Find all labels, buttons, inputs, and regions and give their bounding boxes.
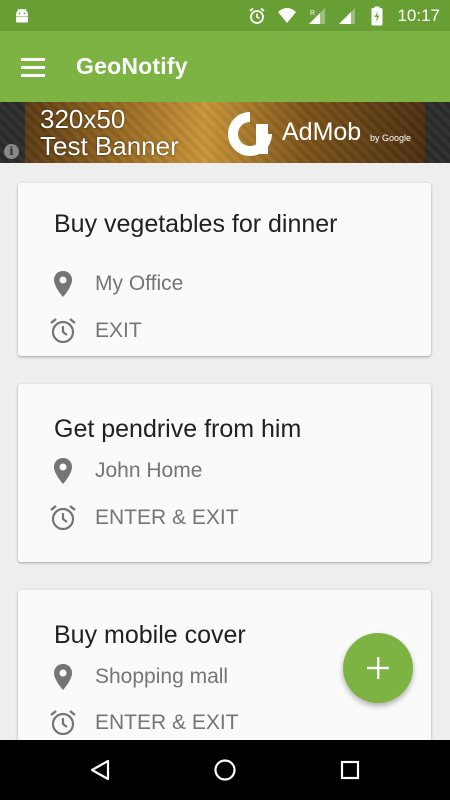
home-icon[interactable] (210, 755, 240, 785)
navigation-bar (0, 740, 450, 800)
alarm-icon (48, 708, 78, 738)
plus-icon (367, 657, 389, 679)
wifi-icon (277, 6, 297, 26)
ad-line-2: Test Banner (40, 131, 179, 161)
menu-icon[interactable] (18, 52, 48, 82)
back-icon[interactable] (85, 755, 115, 785)
location-pin-icon (48, 269, 78, 299)
reminder-location-row: John Home (48, 456, 202, 486)
reminder-trigger: ENTER & EXIT (95, 711, 239, 734)
reminder-trigger-row: EXIT (48, 316, 142, 346)
location-pin-icon (48, 456, 78, 486)
reminder-location: Shopping mall (95, 665, 229, 688)
admob-by-google: by Google (370, 133, 412, 143)
reminder-location: My Office (95, 272, 184, 295)
app-bar: GeoNotify (0, 31, 450, 102)
reminder-title: Buy vegetables for dinner (54, 210, 338, 238)
alarm-icon (48, 316, 78, 346)
ad-text: 320x50 Test Banner (40, 106, 179, 160)
add-reminder-button[interactable] (343, 633, 413, 703)
reminder-card[interactable]: Buy vegetables for dinner My Office EXIT (18, 183, 431, 356)
ad-line-1: 320x50 (40, 104, 126, 134)
admob-brand: AdMob (282, 118, 362, 146)
recents-icon[interactable] (335, 755, 365, 785)
reminder-location-row: My Office (48, 269, 183, 299)
reminder-trigger-row: ENTER & EXIT (48, 708, 239, 738)
reminder-trigger: ENTER & EXIT (95, 506, 239, 529)
reminder-trigger-row: ENTER & EXIT (48, 503, 239, 533)
signal-icon: R (307, 6, 327, 26)
reminder-location: John Home (95, 459, 203, 482)
location-pin-icon (48, 662, 78, 692)
info-icon[interactable]: i (4, 144, 19, 159)
reminder-location-row: Shopping mall (48, 662, 228, 692)
reminder-card[interactable]: Get pendrive from him John Home ENTER & … (18, 384, 431, 562)
signal-icon (337, 6, 357, 26)
alarm-icon (48, 503, 78, 533)
reminder-title: Get pendrive from him (54, 415, 302, 443)
battery-charging-icon (367, 6, 387, 26)
screen: R 10:17 GeoNotify 320x50 Test Banner AdM… (0, 0, 450, 800)
reminder-trigger: EXIT (95, 319, 142, 342)
reminder-title: Buy mobile cover (54, 621, 246, 649)
android-icon (12, 6, 32, 26)
ad-banner[interactable]: 320x50 Test Banner AdMob by Google i (0, 102, 450, 163)
status-time: 10:17 (397, 5, 440, 25)
app-title: GeoNotify (76, 53, 188, 79)
admob-logo-icon (226, 110, 274, 156)
svg-text:R: R (310, 10, 315, 17)
status-bar: R 10:17 (0, 0, 450, 31)
alarm-icon (247, 6, 267, 26)
